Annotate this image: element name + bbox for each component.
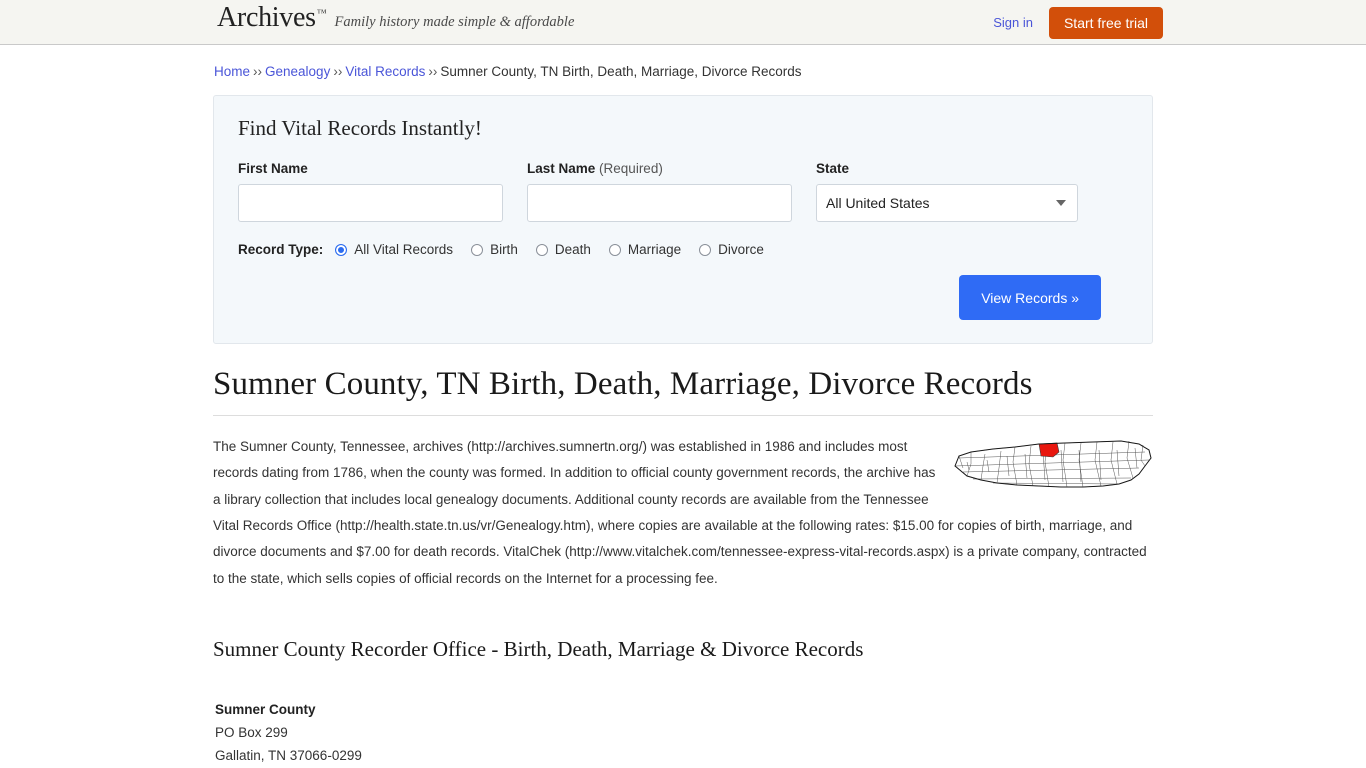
record-type-option-death[interactable]: Death: [535, 242, 591, 257]
record-type-option-label: Divorce: [718, 242, 764, 257]
tennessee-county-map-image: [954, 440, 1152, 488]
recorder-office-address: Sumner County PO Box 299 Gallatin, TN 37…: [213, 698, 1153, 768]
last-name-label: Last Name (Required): [527, 161, 792, 176]
record-type-option-all[interactable]: All Vital Records: [335, 242, 453, 257]
submit-row: View Records »: [238, 275, 1128, 320]
record-type-option-label: All Vital Records: [354, 242, 454, 257]
header-inner: Archives ™ Family history made simple & a…: [213, 0, 1163, 44]
search-fields-row: First Name Last Name (Required) State Al…: [238, 161, 1128, 222]
record-type-option-birth[interactable]: Birth: [471, 242, 518, 257]
brand-name: Archives: [217, 2, 316, 33]
first-name-field-group: First Name: [238, 161, 503, 222]
breadcrumb-item-home[interactable]: Home: [214, 64, 250, 79]
breadcrumb-separator: ››: [253, 64, 263, 79]
record-type-option-divorce[interactable]: Divorce: [699, 242, 764, 257]
start-free-trial-button[interactable]: Start free trial: [1048, 6, 1163, 39]
state-selected-value: All United States: [826, 195, 930, 211]
record-type-row: Record Type: All Vital Records Birth Dea…: [238, 242, 1128, 257]
page-container: Home ›› Genealogy ›› Vital Records ›› Sumner C…: [213, 45, 1153, 768]
trademark-icon: ™: [316, 8, 327, 19]
breadcrumb-item-vital-records[interactable]: Vital Records: [345, 64, 425, 79]
site-header: Archives ™ Family history made simple & a…: [0, 0, 1366, 45]
last-name-field-group: Last Name (Required): [527, 161, 792, 222]
radio-icon-all[interactable]: [335, 243, 348, 256]
breadcrumb-item-current: Sumner County, TN Birth, Death, Marriage…: [440, 64, 802, 79]
first-name-label: First Name: [238, 161, 308, 176]
office-address-line-2: Gallatin, TN 37066-0299: [215, 748, 362, 764]
last-name-label-text: Last Name: [527, 161, 596, 176]
breadcrumb-item-genealogy[interactable]: Genealogy: [265, 64, 330, 79]
state-select-wrapper: All United States: [816, 184, 1078, 222]
brand-tagline: Family history made simple & affordable: [334, 14, 575, 30]
breadcrumb: Home ›› Genealogy ›› Vital Records ›› Sumner C…: [213, 45, 1153, 79]
radio-icon-birth[interactable]: [471, 243, 484, 256]
article-body: The Sumner County, Tennessee, archives (…: [213, 434, 1153, 592]
state-label: State: [816, 161, 850, 176]
record-type-option-label: Marriage: [627, 242, 682, 257]
record-type-option-label: Birth: [490, 242, 518, 257]
record-type-option-marriage[interactable]: Marriage: [608, 242, 682, 257]
recorder-office-section-title: Sumner County Recorder Office - Birth, D…: [213, 636, 864, 661]
view-records-button[interactable]: View Records »: [959, 275, 1101, 320]
radio-icon-death[interactable]: [535, 243, 548, 256]
first-name-input[interactable]: [238, 184, 503, 222]
last-name-input[interactable]: [527, 184, 792, 222]
search-panel-title: Find Vital Records Instantly!: [238, 116, 482, 140]
breadcrumb-separator: ››: [428, 64, 438, 79]
radio-icon-divorce[interactable]: [699, 243, 712, 256]
last-name-required-note: (Required): [599, 161, 663, 176]
site-logo[interactable]: Archives ™ Family history made simple & a…: [217, 4, 574, 32]
office-name: Sumner County: [215, 701, 316, 717]
radio-icon-marriage[interactable]: [608, 243, 621, 256]
record-type-label: Record Type:: [238, 242, 324, 257]
state-field-group: State All United States: [816, 161, 1078, 222]
record-type-option-label: Death: [554, 242, 591, 257]
breadcrumb-separator: ››: [333, 64, 343, 79]
vital-records-search-panel: Find Vital Records Instantly! First Name…: [213, 95, 1153, 344]
state-select[interactable]: All United States: [816, 184, 1078, 222]
page-title: Sumner County, TN Birth, Death, Marriage…: [213, 366, 1153, 416]
office-address-line-1: PO Box 299: [215, 725, 288, 741]
header-actions: Sign in Start free trial: [993, 0, 1163, 45]
sign-in-link[interactable]: Sign in: [993, 15, 1033, 30]
